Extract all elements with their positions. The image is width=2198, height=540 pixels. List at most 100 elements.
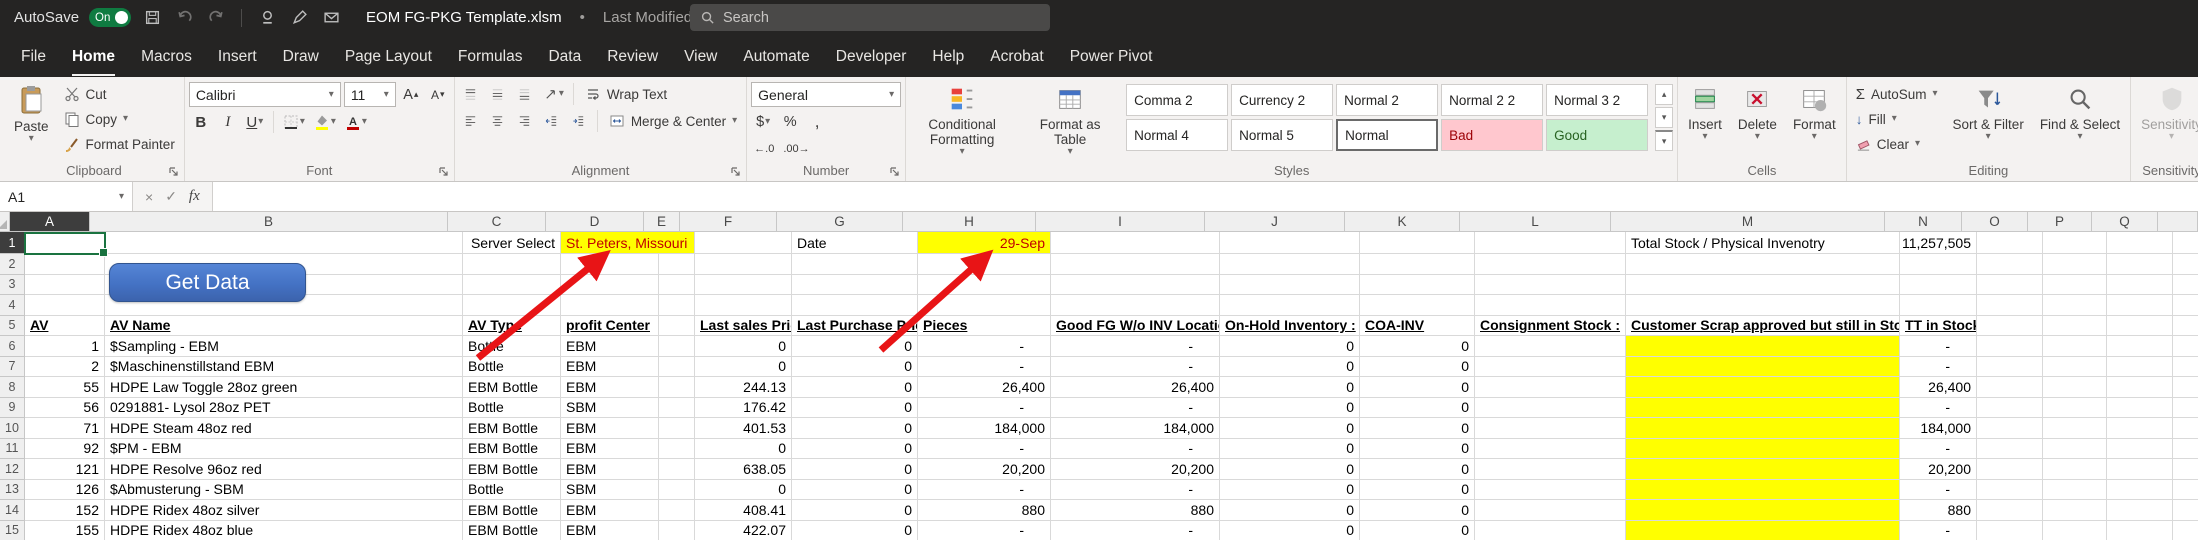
cell-A4[interactable] [25,295,105,316]
cell-E9[interactable] [659,398,695,419]
cell-M5[interactable]: Customer Scrap approved but still in Sto… [1626,316,1900,337]
tab-view[interactable]: View [671,35,730,77]
cell-G15[interactable]: 0 [792,521,918,540]
document-title[interactable]: EOM FG-PKG Template.xlsm [366,9,562,26]
insert-cells-button[interactable]: Insert ▾ [1682,80,1728,142]
cell-P14[interactable] [2043,500,2107,521]
cell-H2[interactable] [918,254,1051,275]
cell-C1[interactable]: Server Select [463,232,561,254]
cell-O4[interactable] [1977,295,2043,316]
tab-power-pivot[interactable]: Power Pivot [1057,35,1166,77]
cell-A14[interactable]: 152 [25,500,105,521]
cell-J9[interactable]: 0 [1220,398,1360,419]
italic-button[interactable]: I [216,110,240,134]
gallery-up-button[interactable]: ▴ [1655,84,1673,105]
decrease-indent-button[interactable] [540,109,564,133]
column-header-D[interactable]: D [546,212,644,232]
column-header-K[interactable]: K [1345,212,1460,232]
pen-icon[interactable] [288,7,310,29]
column-header-G[interactable]: G [777,212,903,232]
cell-Q13[interactable] [2107,480,2173,501]
copy-button[interactable]: Copy ▾ [59,107,180,131]
cell-J14[interactable]: 0 [1220,500,1360,521]
cell-G10[interactable]: 0 [792,418,918,439]
cell-N11[interactable]: - [1900,439,1977,460]
row-header-5[interactable]: 5 [0,316,25,337]
cell-Q4[interactable] [2107,295,2173,316]
cell-J10[interactable]: 0 [1220,418,1360,439]
cell-B5[interactable]: AV Name [105,316,463,337]
tab-developer[interactable]: Developer [823,35,920,77]
format-as-table-button[interactable]: Format as Table ▾ [1018,80,1122,157]
cell-I6[interactable]: - [1051,336,1220,357]
merge-center-button[interactable]: Merge & Center ▾ [604,109,742,133]
increase-decimal-button[interactable]: ←.0 [751,137,777,161]
stamp-icon[interactable] [256,7,278,29]
row-header-8[interactable]: 8 [0,377,25,398]
cell-O2[interactable] [1977,254,2043,275]
row-header-9[interactable]: 9 [0,398,25,419]
orientation-button[interactable]: ▾ [540,82,567,106]
cell-K14[interactable]: 0 [1360,500,1475,521]
cell-I15[interactable]: - [1051,521,1220,540]
cell-N1[interactable]: 11,257,505 [1900,232,1977,254]
tab-insert[interactable]: Insert [205,35,270,77]
cell-M12[interactable] [1626,459,1900,480]
cell-style-normal[interactable]: Normal [1336,119,1438,151]
cell-P8[interactable] [2043,377,2107,398]
cell-B15[interactable]: HDPE Ridex 48oz blue [105,521,463,540]
cell-H9[interactable]: - [918,398,1051,419]
cell-P15[interactable] [2043,521,2107,540]
dialog-launcher-icon[interactable] [730,166,741,177]
cell-L9[interactable] [1475,398,1626,419]
row-header-6[interactable]: 6 [0,336,25,357]
cell-A3[interactable] [25,275,105,296]
cell-L12[interactable] [1475,459,1626,480]
cell-L13[interactable] [1475,480,1626,501]
undo-icon[interactable] [173,7,195,29]
save-icon[interactable] [141,7,163,29]
cell-G5[interactable]: Last Purchase Price [792,316,918,337]
wrap-text-button[interactable]: Wrap Text [580,82,672,106]
cell-A8[interactable]: 55 [25,377,105,398]
tab-automate[interactable]: Automate [730,35,822,77]
cell-O8[interactable] [1977,377,2043,398]
cell-O9[interactable] [1977,398,2043,419]
cell-M8[interactable] [1626,377,1900,398]
cell-P2[interactable] [2043,254,2107,275]
column-header-O[interactable]: O [1962,212,2028,232]
cell-G14[interactable]: 0 [792,500,918,521]
cell-E2[interactable] [659,254,695,275]
tab-file[interactable]: File [8,35,59,77]
cell-F14[interactable]: 408.41 [695,500,792,521]
cell-G1[interactable]: Date [792,232,918,254]
cell-P7[interactable] [2043,357,2107,378]
cell-B13[interactable]: $Abmusterung - SBM [105,480,463,501]
cell-C3[interactable] [463,275,561,296]
cell-I1[interactable] [1051,232,1220,254]
column-header-F[interactable]: F [680,212,777,232]
cell-C2[interactable] [463,254,561,275]
cell-F3[interactable] [695,275,792,296]
column-header-I[interactable]: I [1036,212,1205,232]
cell-P1[interactable] [2043,232,2107,254]
cell-B1[interactable] [105,232,463,254]
decrease-decimal-button[interactable]: .00→ [780,137,812,161]
autosum-button[interactable]: ΣAutoSum▾ [1851,82,1943,106]
column-header-E[interactable]: E [644,212,680,232]
cell-M1[interactable]: Total Stock / Physical Invenotry [1626,232,1900,254]
cell-L6[interactable] [1475,336,1626,357]
cell-G2[interactable] [792,254,918,275]
row-header-7[interactable]: 7 [0,357,25,378]
row-header-11[interactable]: 11 [0,439,25,460]
cell-M7[interactable] [1626,357,1900,378]
cell-N15[interactable]: - [1900,521,1977,540]
row-header-12[interactable]: 12 [0,459,25,480]
tab-draw[interactable]: Draw [270,35,332,77]
cell-N7[interactable]: - [1900,357,1977,378]
cell-D7[interactable]: EBM [561,357,659,378]
cell-E6[interactable] [659,336,695,357]
cell-H8[interactable]: 26,400 [918,377,1051,398]
cell-C6[interactable]: Bottle [463,336,561,357]
format-cells-button[interactable]: Format ▾ [1787,80,1842,142]
